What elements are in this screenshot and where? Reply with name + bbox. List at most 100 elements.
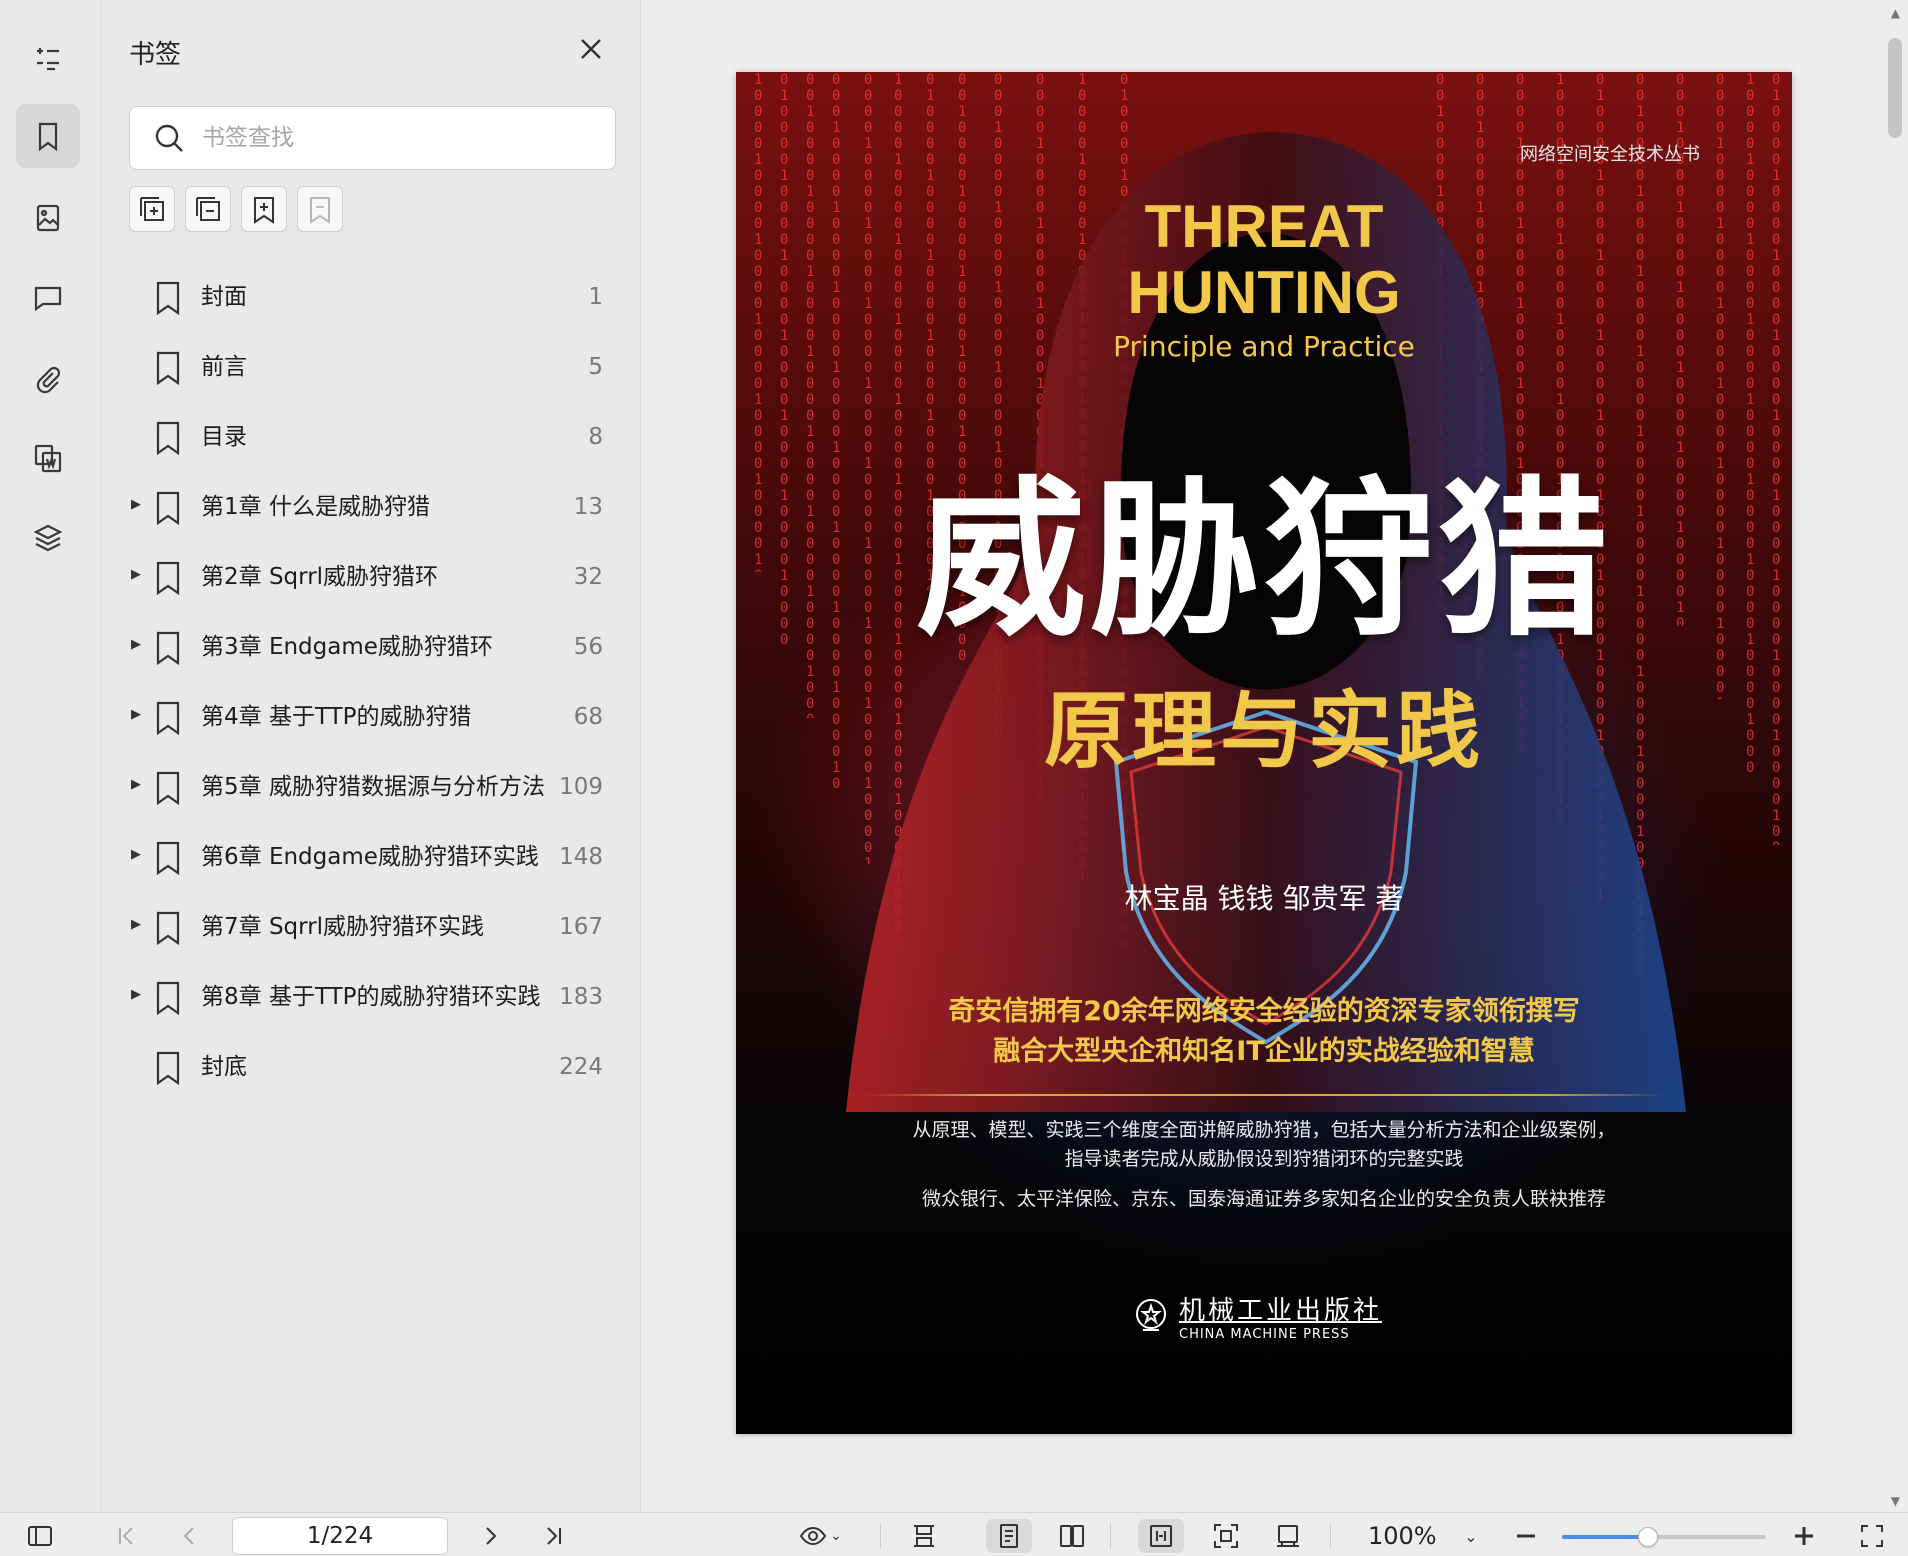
bookmark-item[interactable]: 封面 1	[103, 262, 641, 332]
search-input[interactable]	[202, 125, 582, 151]
bookmark-item[interactable]: ▶ 第2章 Sqrrl威胁狩猎环 32	[103, 542, 641, 612]
expand-arrow-icon[interactable]: ▶	[131, 777, 145, 792]
toggle-sidebar-button[interactable]	[20, 1519, 60, 1553]
expand-all-icon	[140, 197, 164, 221]
bookmark-page-number: 183	[559, 984, 603, 1010]
page-number-input[interactable]: 1/224	[232, 1517, 448, 1555]
panel-title: 书签	[129, 40, 182, 70]
continuous-scroll-button[interactable]	[904, 1519, 944, 1553]
bookmark-label: 第3章 Endgame威胁狩猎环	[201, 634, 493, 660]
expand-arrow-icon[interactable]: ▶	[131, 987, 145, 1002]
thumbnail-icon[interactable]	[16, 186, 80, 250]
fit-width-button[interactable]	[1138, 1519, 1184, 1553]
expand-arrow-icon[interactable]: ▶	[131, 497, 145, 512]
expand-arrow-icon[interactable]: ▶	[131, 567, 145, 582]
bookmark-flag-icon	[153, 1050, 183, 1086]
bookmark-flag-icon	[153, 560, 183, 596]
left-rail	[0, 0, 102, 1512]
bookmark-label: 第7章 Sqrrl威胁狩猎环实践	[201, 914, 485, 940]
zoom-dropdown[interactable]: ⌄	[1456, 1519, 1486, 1553]
bookmark-page-number: 109	[559, 774, 603, 800]
single-page-button[interactable]	[986, 1519, 1032, 1553]
extract-icon[interactable]	[16, 426, 80, 490]
chevron-down-icon: ⌄	[1464, 1526, 1478, 1546]
chevron-left-icon	[183, 1527, 194, 1545]
single-page-icon	[1000, 1524, 1018, 1548]
slogan-line-1: 奇安信拥有20余年网络安全经验的资深专家领衔撰写	[948, 996, 1580, 1027]
authors: 林宝晶 钱钱 邹贵军 著	[1124, 882, 1404, 915]
bookmark-label: 第1章 什么是威胁狩猎	[201, 494, 430, 520]
bookmark-item[interactable]: ▶ 第1章 什么是威胁狩猎 13	[103, 472, 641, 542]
search-icon	[155, 124, 183, 152]
bookmark-item[interactable]: ▶ 第4章 基于TTP的威胁狩猎 68	[103, 682, 641, 752]
vertical-scrollbar[interactable]: ▲ ▼	[1866, 0, 1908, 1512]
previous-page-button[interactable]	[170, 1519, 210, 1553]
bookmark-page-number: 56	[573, 634, 603, 660]
attachment-icon[interactable]	[16, 346, 80, 410]
minus-icon	[1517, 1534, 1535, 1538]
document-view[interactable]: 0100001000010000100001000010000100001000…	[642, 0, 1866, 1512]
bookmark-page-number: 8	[588, 424, 603, 450]
expand-arrow-icon[interactable]: ▶	[131, 637, 145, 652]
two-page-button[interactable]	[1052, 1519, 1092, 1553]
bookmark-item[interactable]: ▶ 第7章 Sqrrl威胁狩猎环实践 167	[103, 892, 641, 962]
two-page-icon	[1060, 1525, 1084, 1547]
bookmark-item[interactable]: ▶ 第6章 Endgame威胁狩猎环实践 148	[103, 822, 641, 892]
last-page-button[interactable]	[534, 1519, 574, 1553]
bookmark-label: 第6章 Endgame威胁狩猎环实践	[201, 844, 539, 870]
zoom-out-button[interactable]	[1508, 1519, 1544, 1553]
description-line-1: 从原理、模型、实践三个维度全面讲解威胁狩猎，包括大量分析方法和企业级案例，	[912, 1119, 1616, 1141]
expand-all-button[interactable]	[129, 186, 175, 232]
chinese-subtitle: 原理与实践	[1043, 682, 1484, 780]
bookmark-search[interactable]	[129, 106, 616, 170]
next-page-button[interactable]	[470, 1519, 510, 1553]
bookmark-item[interactable]: 目录 8	[103, 402, 641, 472]
page-break-icon	[914, 1525, 934, 1547]
description: 从原理、模型、实践三个维度全面讲解威胁狩猎，包括大量分析方法和企业级案例， 指导…	[736, 1116, 1792, 1174]
first-page-button[interactable]	[106, 1519, 146, 1553]
add-bookmark-icon	[254, 197, 274, 224]
zoom-slider-knob[interactable]	[1637, 1527, 1658, 1547]
outline-icon[interactable]	[16, 26, 80, 90]
bookmark-item[interactable]: 前言 5	[103, 332, 641, 402]
bookmark-flag-icon	[153, 840, 183, 876]
publisher-emblem-icon	[1136, 1299, 1166, 1331]
zoom-in-button[interactable]	[1786, 1519, 1822, 1553]
expand-arrow-icon[interactable]: ▶	[131, 847, 145, 862]
toolbar-divider	[1110, 1523, 1111, 1549]
bookmark-label: 前言	[201, 354, 247, 380]
description-line-2: 指导读者完成从威胁假设到狩猎闭环的完整实践	[1064, 1148, 1464, 1170]
sidebar-icon	[28, 1526, 52, 1546]
fullscreen-button[interactable]	[1852, 1519, 1892, 1553]
scroll-up-arrow-icon[interactable]: ▲	[1891, 6, 1900, 20]
bookmark-item[interactable]: ▶ 第5章 威胁狩猎数据源与分析方法 109	[103, 752, 641, 822]
delete-bookmark-button[interactable]	[297, 186, 343, 232]
close-icon[interactable]	[576, 34, 606, 64]
eye-icon	[799, 1526, 827, 1546]
actual-size-button[interactable]	[1268, 1519, 1308, 1553]
bookmark-flag-icon	[153, 280, 183, 316]
scroll-down-arrow-icon[interactable]: ▼	[1891, 1494, 1900, 1508]
expand-arrow-icon[interactable]: ▶	[131, 917, 145, 932]
bookmark-item[interactable]: ▶ 第8章 基于TTP的威胁狩猎环实践 183	[103, 962, 641, 1032]
expand-arrow-icon[interactable]: ▶	[131, 707, 145, 722]
english-title-line-2: HUNTING	[1127, 259, 1401, 326]
bookmark-item[interactable]: ▶ 第3章 Endgame威胁狩猎环 56	[103, 612, 641, 682]
comment-icon[interactable]	[16, 266, 80, 330]
zoom-slider[interactable]	[1562, 1527, 1766, 1547]
layers-icon[interactable]	[16, 506, 80, 570]
scrollbar-thumb[interactable]	[1888, 38, 1902, 138]
collapse-all-icon	[196, 197, 220, 221]
bookmark-icon[interactable]	[16, 104, 80, 168]
add-bookmark-button[interactable]	[241, 186, 287, 232]
fit-page-button[interactable]	[1206, 1519, 1246, 1553]
view-mode-button[interactable]: ⌄	[790, 1519, 850, 1553]
bookmark-item[interactable]: 封底 224	[103, 1032, 641, 1102]
collapse-all-button[interactable]	[185, 186, 231, 232]
zoom-level[interactable]: 100%	[1368, 1522, 1437, 1550]
bookmark-page-number: 224	[559, 1054, 603, 1080]
toolbar-divider	[1330, 1523, 1331, 1549]
slogan: 奇安信拥有20余年网络安全经验的资深专家领衔撰写 融合大型央企和知名IT企业的实…	[736, 992, 1792, 1072]
publisher-name-cn: 机械工业出版社	[1179, 1296, 1383, 1326]
chevron-down-icon: ⌄	[830, 1528, 842, 1544]
